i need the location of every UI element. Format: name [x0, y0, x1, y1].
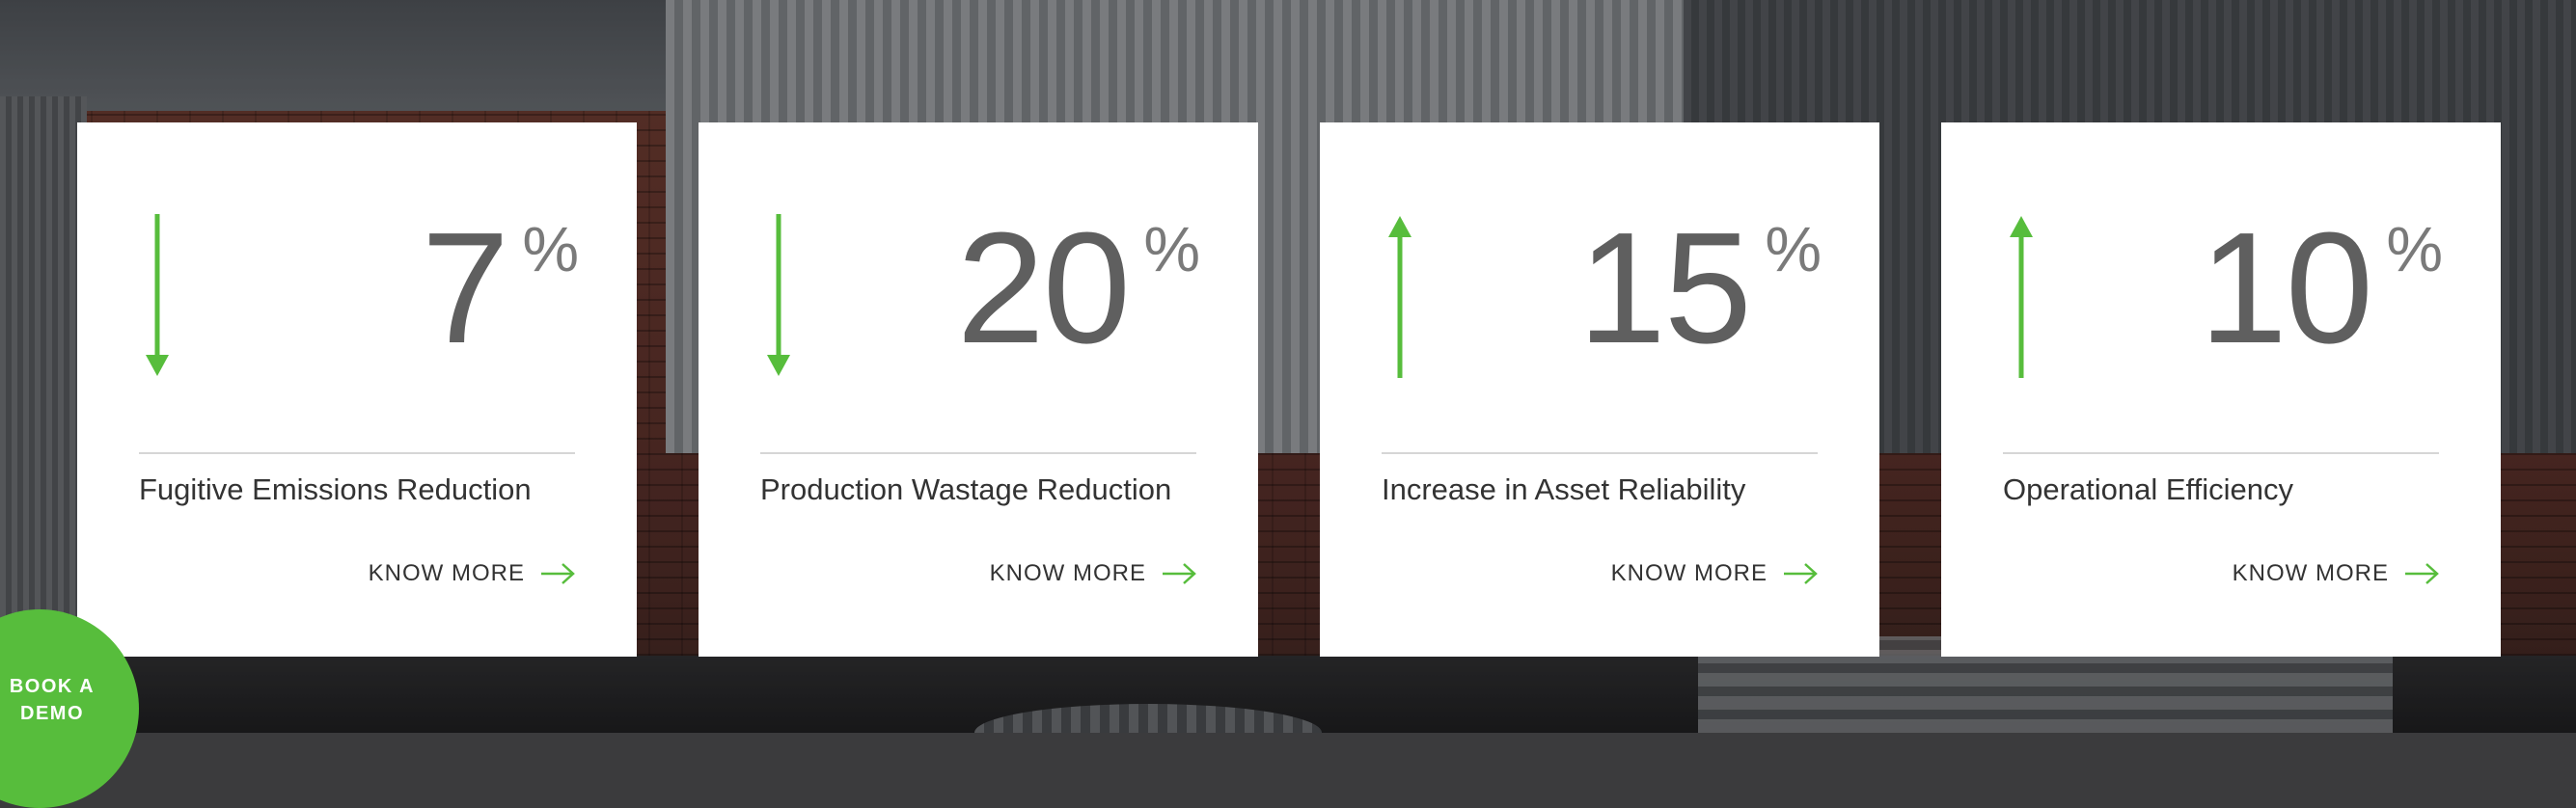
stat-card-operational-efficiency: 10 % Operational Efficiency KNOW MORE: [1941, 122, 2501, 657]
book-demo-label: BOOK A DEMO: [9, 676, 96, 724]
know-more-label: KNOW MORE: [368, 560, 525, 586]
stat-value: 20: [956, 200, 1131, 376]
arrow-right-icon: [541, 563, 575, 584]
stat-value: 15: [1577, 200, 1752, 376]
stat-value: 10: [2199, 200, 2373, 376]
divider: [1382, 452, 1818, 454]
stat-unit: %: [522, 213, 579, 284]
stat-label: Production Wastage Reduction: [760, 472, 1172, 506]
know-more-link[interactable]: KNOW MORE: [990, 560, 1196, 587]
know-more-link[interactable]: KNOW MORE: [369, 560, 575, 587]
arrow-right-icon: [1163, 563, 1196, 584]
stat-unit: %: [2386, 213, 2443, 284]
arrow-up-icon: [1388, 216, 1411, 378]
know-more-label: KNOW MORE: [1610, 560, 1768, 586]
stat-label: Increase in Asset Reliability: [1382, 472, 1746, 506]
arrow-down-icon: [146, 214, 169, 376]
know-more-label: KNOW MORE: [989, 560, 1146, 586]
stat-label: Operational Efficiency: [2003, 472, 2293, 506]
stat-card-fugitive-emissions: 7 % Fugitive Emissions Reduction KNOW MO…: [77, 122, 637, 657]
know-more-link[interactable]: KNOW MORE: [2233, 560, 2439, 587]
know-more-link[interactable]: KNOW MORE: [1611, 560, 1818, 587]
arrow-up-icon: [2010, 216, 2033, 378]
know-more-label: KNOW MORE: [2232, 560, 2389, 586]
stat-unit: %: [1765, 213, 1822, 284]
divider: [760, 452, 1196, 454]
divider: [139, 452, 575, 454]
stat-label: Fugitive Emissions Reduction: [139, 472, 532, 506]
divider: [2003, 452, 2439, 454]
stat-value: 7: [421, 200, 509, 376]
arrow-right-icon: [1784, 563, 1818, 584]
arrow-down-icon: [767, 214, 790, 376]
arrow-right-icon: [2405, 563, 2439, 584]
stat-card-production-wastage: 20 % Production Wastage Reduction KNOW M…: [699, 122, 1258, 657]
stat-card-asset-reliability: 15 % Increase in Asset Reliability KNOW …: [1320, 122, 1879, 657]
stat-unit: %: [1143, 213, 1200, 284]
